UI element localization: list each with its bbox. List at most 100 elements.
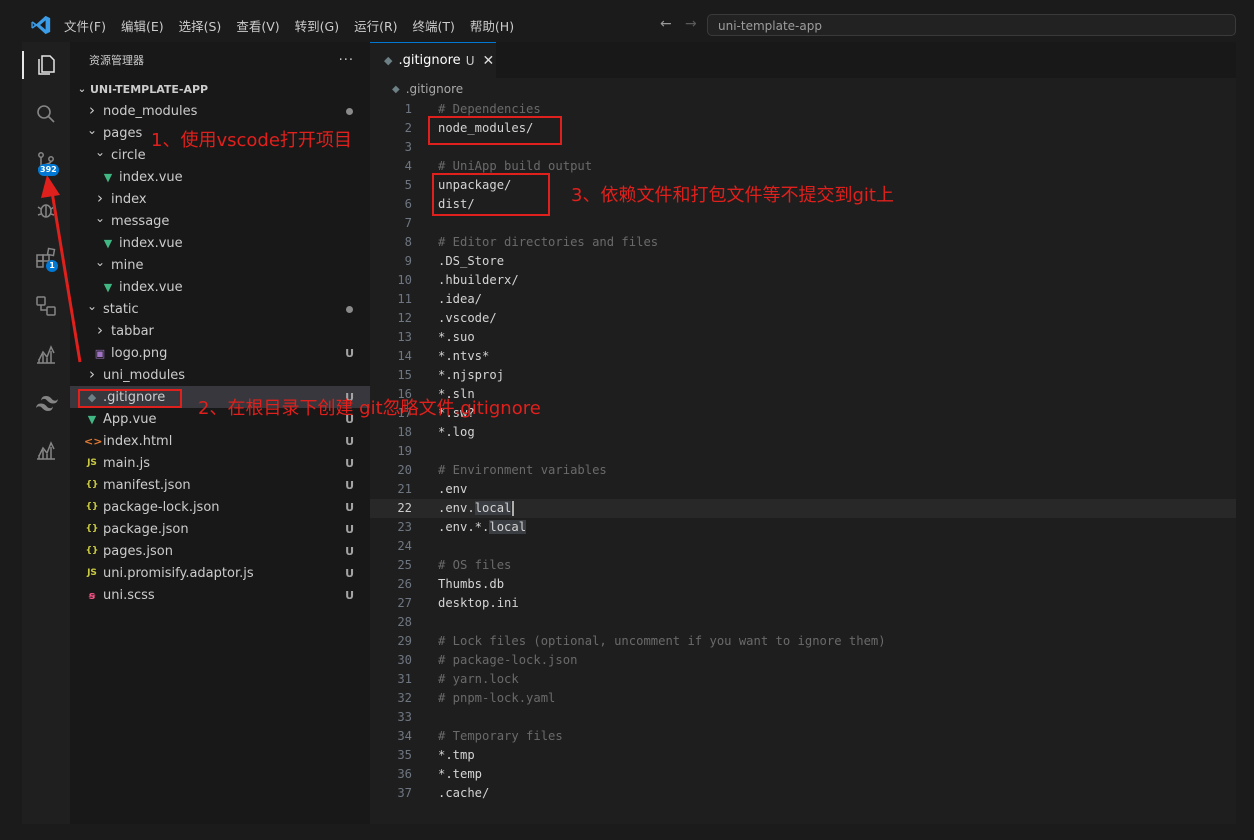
tree-item-label: tabbar — [111, 323, 154, 339]
back-arrow-icon[interactable]: ← — [660, 16, 672, 32]
workspace-section-header[interactable]: ⌄ UNI-TEMPLATE-APP — [70, 78, 370, 100]
tree-item[interactable]: ▣ logo.png U — [70, 342, 370, 364]
tree-item[interactable]: ꞩ uni.scss U — [70, 584, 370, 606]
js-file-icon: JS — [87, 458, 97, 468]
extensions-icon[interactable]: 1 — [22, 238, 70, 278]
tree-item-label: uni_modules — [103, 367, 186, 383]
line-number: 10 — [397, 273, 412, 287]
annotation-box-gitignore — [78, 389, 182, 408]
line-number: 7 — [404, 216, 412, 230]
annotation-step-3: 3、依赖文件和打包文件等不提交到git上 — [571, 185, 894, 206]
modified-dot-icon — [346, 305, 353, 313]
code-text: *.ntvs* — [438, 349, 490, 363]
tree-item[interactable]: ⌄ static — [70, 298, 370, 320]
git-status-untracked: U — [345, 566, 354, 580]
tab-gitignore[interactable]: ◆ .gitignore U ✕ — [370, 42, 496, 78]
scm-count-badge: 392 — [38, 164, 59, 176]
line-number: 21 — [397, 482, 412, 496]
line-number: 11 — [397, 292, 412, 306]
source-control-icon[interactable]: 392 — [22, 142, 70, 182]
menu-item[interactable]: 文件(F) — [64, 16, 106, 35]
tree-item-label: logo.png — [111, 345, 168, 361]
tree-item[interactable]: JS uni.promisify.adaptor.js U — [70, 562, 370, 584]
tree-item[interactable]: {} pages.json U — [70, 540, 370, 562]
tree-item[interactable]: {} package.json U — [70, 518, 370, 540]
tab-label: .gitignore — [398, 53, 461, 68]
vue-file-icon: ▼ — [103, 170, 113, 184]
git-status-untracked: U — [345, 500, 354, 514]
chart-extension-icon[interactable] — [22, 334, 70, 374]
menu-item[interactable]: 运行(R) — [354, 16, 397, 35]
breadcrumb[interactable]: ◆ .gitignore — [370, 78, 1236, 100]
line-number: 13 — [397, 330, 412, 344]
code-text: .env.local — [438, 499, 515, 518]
code-text: .env.*.local — [438, 520, 527, 534]
chevron-down-icon: ⌄ — [86, 123, 98, 137]
line-number: 4 — [404, 159, 412, 173]
command-center-search[interactable]: uni-template-app — [707, 14, 1236, 36]
tree-item[interactable]: {} manifest.json U — [70, 474, 370, 496]
chevron-down-icon: ⌄ — [77, 83, 87, 95]
tree-item[interactable]: ▼ index.vue — [70, 166, 370, 188]
tree-item-label: package.json — [103, 521, 189, 537]
explorer-icon[interactable] — [22, 45, 70, 85]
code-line: 34 # Temporary files — [370, 727, 1236, 746]
code-line: 23 .env.*.local — [370, 518, 1236, 537]
tree-item[interactable]: › node_modules — [70, 100, 370, 122]
line-number: 15 — [397, 368, 412, 382]
code-line: 25 # OS files — [370, 556, 1236, 575]
image-file-icon: ▣ — [94, 346, 106, 360]
tree-item[interactable]: {} package-lock.json U — [70, 496, 370, 518]
menu-item[interactable]: 终端(T) — [413, 16, 455, 35]
explorer-sidebar: 资源管理器 ··· ⌄ UNI-TEMPLATE-APP › node_modul… — [70, 42, 370, 824]
tree-item[interactable]: › uni_modules — [70, 364, 370, 386]
code-line: 35 *.tmp — [370, 746, 1236, 765]
remote-explorer-icon[interactable] — [22, 286, 70, 326]
annotation-box-build-output — [432, 173, 550, 216]
code-text: # pnpm-lock.yaml — [438, 691, 556, 705]
menu-item[interactable]: 帮助(H) — [470, 16, 514, 35]
more-actions-icon[interactable]: ··· — [339, 53, 354, 68]
git-status-untracked: U — [345, 346, 354, 360]
json-file-icon: {} — [85, 502, 99, 512]
json-file-icon: {} — [85, 480, 99, 490]
code-line: 37 .cache/ — [370, 784, 1236, 803]
annotation-step-2: 2、在根目录下创建 git忽略文件.gitignore — [198, 398, 541, 419]
git-status-untracked: U — [345, 522, 354, 536]
code-line: 31 # yarn.lock — [370, 670, 1236, 689]
menu-item[interactable]: 查看(V) — [236, 16, 279, 35]
tree-item[interactable]: ⌄ message — [70, 210, 370, 232]
stats-extension-icon[interactable] — [22, 430, 70, 470]
tree-item[interactable]: <> index.html U — [70, 430, 370, 452]
menu-item[interactable]: 转到(G) — [295, 16, 339, 35]
line-number: 14 — [397, 349, 412, 363]
code-line: 15 *.njsproj — [370, 366, 1236, 385]
search-icon[interactable] — [22, 94, 70, 134]
tree-item-label: message — [111, 213, 170, 229]
tree-item[interactable]: › index — [70, 188, 370, 210]
tree-item-label: main.js — [103, 455, 150, 471]
close-icon[interactable]: ✕ — [482, 53, 494, 69]
annotation-step-1: 1、使用vscode打开项目 — [151, 130, 352, 151]
tree-item-label: uni.promisify.adaptor.js — [103, 565, 254, 581]
code-text: desktop.ini — [438, 596, 519, 610]
run-debug-icon[interactable] — [22, 190, 70, 230]
tree-item[interactable]: › tabbar — [70, 320, 370, 342]
code-text: # yarn.lock — [438, 672, 519, 686]
line-number: 3 — [404, 140, 412, 154]
forward-arrow-icon[interactable]: → — [685, 16, 697, 32]
tree-item[interactable]: ▼ index.vue — [70, 276, 370, 298]
code-line: 7 — [370, 214, 1236, 233]
scss-file-icon: ꞩ — [88, 588, 96, 602]
tailwind-icon[interactable] — [22, 382, 70, 422]
code-line: 27 desktop.ini — [370, 594, 1236, 613]
tree-item-label: pages — [103, 125, 143, 141]
menu-item[interactable]: 选择(S) — [179, 16, 222, 35]
tree-item[interactable]: ⌄ mine — [70, 254, 370, 276]
menu-item[interactable]: 编辑(E) — [121, 16, 164, 35]
tree-item[interactable]: JS main.js U — [70, 452, 370, 474]
json-file-icon: {} — [85, 546, 99, 556]
tree-item[interactable]: ▼ index.vue — [70, 232, 370, 254]
vue-file-icon: ▼ — [87, 412, 97, 426]
code-line: 20 # Environment variables — [370, 461, 1236, 480]
